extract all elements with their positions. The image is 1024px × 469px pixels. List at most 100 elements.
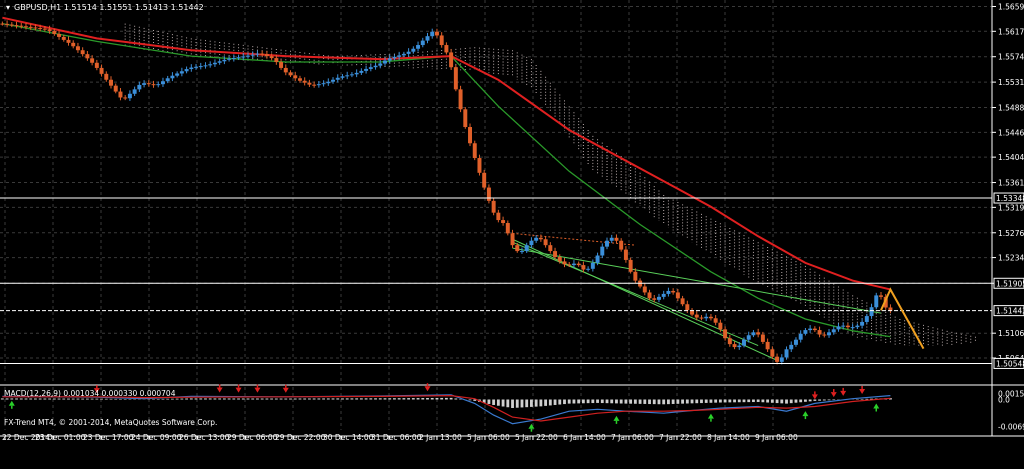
candle-body [704,316,709,319]
candle-body [406,51,411,54]
candle-body [623,249,628,260]
y-tick-label: 1.54040 [998,153,1024,162]
candle-body [864,316,869,322]
candle-body [321,83,326,85]
x-tick-label: 7 Jan 06:00 [611,433,654,442]
candle-body [425,36,430,41]
candle-body [477,158,482,173]
candle-body [392,56,397,59]
x-tick-label: 31 Dec 06:00 [371,433,422,442]
candle-body [364,68,369,71]
candle-body [175,73,180,76]
y-tick-label: 1.52340 [998,254,1024,263]
candle-body [387,58,392,61]
candle-body [770,349,775,357]
candle-body [288,72,293,76]
x-tick-label: 29 Dec 22:00 [275,433,326,442]
macd-title: MACD(12,26,9) 0.001034 0.000330 0.000704 [4,389,176,398]
candle-body [246,55,250,57]
candle-body [789,344,794,350]
candle-body [567,264,572,266]
candle-body [449,52,454,68]
candle-body [850,327,855,329]
candle-body [104,73,109,80]
candle-body [491,200,496,213]
candle-body [671,290,676,293]
candle-body [723,329,728,339]
candle-body [652,298,657,300]
candle-body [510,233,515,246]
candle-body [647,292,652,299]
candle-body [742,339,746,346]
candle-body [581,265,586,270]
candle-body [699,317,704,319]
candle-body [605,240,609,247]
candle-body [378,63,383,66]
candle-body [836,326,841,330]
candle-body [760,334,765,342]
candle-body [439,35,444,46]
y-tick-label: 1.54880 [998,104,1024,113]
candle-body [293,75,298,79]
candle-body [519,251,524,253]
candle-body [123,97,128,99]
candle-body [279,62,284,68]
candle-body [269,56,274,59]
candle-body [775,356,780,362]
level-price-label: 1.53348 [996,194,1024,203]
candle-body [0,23,5,25]
candle-body [727,338,732,345]
x-tick-label: 26 Dec 13:00 [179,433,230,442]
candle-body [345,75,350,77]
candle-body [274,58,279,63]
candle-body [23,26,28,28]
candle-body [99,67,104,74]
candle-body [85,54,90,59]
y-tick-label: 1.55740 [998,53,1024,62]
candle-body [160,81,165,85]
candle-body [756,332,761,335]
candle-body [411,48,416,52]
candle-body [855,325,860,328]
candle-body [118,91,123,98]
candle-body [586,268,591,270]
candle-body [227,58,232,60]
candle-body [571,263,576,266]
candle-body [94,62,99,68]
candle-body [817,330,822,335]
candle-body [359,70,364,73]
candle-body [553,251,558,257]
candle-body [765,341,770,350]
candle-body [80,50,85,55]
candle-body [808,328,813,331]
candle-body [19,25,24,27]
candle-body [349,74,354,76]
candle-body [534,237,539,241]
candle-body [61,36,66,40]
candle-body [52,31,57,34]
candle-body [250,54,255,56]
candle-body [179,71,184,74]
candle-body [633,271,638,281]
candle-body [198,66,203,68]
candle-body [189,67,194,70]
x-tick-label: 8 Jan 14:00 [707,433,750,442]
candle-body [47,29,52,32]
candle-body [600,246,605,256]
candle-body [784,349,789,358]
candle-body [812,328,817,331]
candle-body [75,46,80,51]
candle-body [661,293,666,297]
candle-body [874,295,879,308]
candle-body [496,212,501,221]
candle-body [614,237,619,241]
candle-body [576,263,581,266]
candle-body [5,23,10,25]
candle-body [297,78,302,81]
candle-body [501,220,506,224]
x-tick-label: 5 Jan 06:00 [467,433,510,442]
candle-body [708,316,713,319]
candle-body [113,85,118,92]
candle-body [236,57,241,59]
candle-body [302,80,307,83]
